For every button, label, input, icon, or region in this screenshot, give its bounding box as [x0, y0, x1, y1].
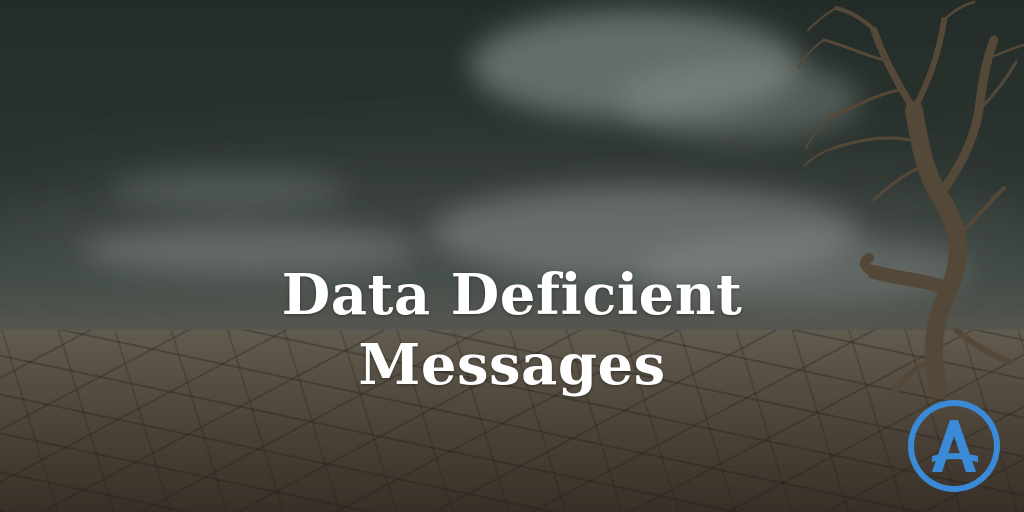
- dark-overlay: [0, 0, 1024, 512]
- page-title: Data Deficient Messages: [0, 260, 1024, 400]
- title-line-2: Messages: [358, 331, 666, 398]
- brand-a-circle-logo[interactable]: [906, 398, 1002, 494]
- title-line-1: Data Deficient: [281, 261, 743, 328]
- hero-banner: Data Deficient Messages: [0, 0, 1024, 512]
